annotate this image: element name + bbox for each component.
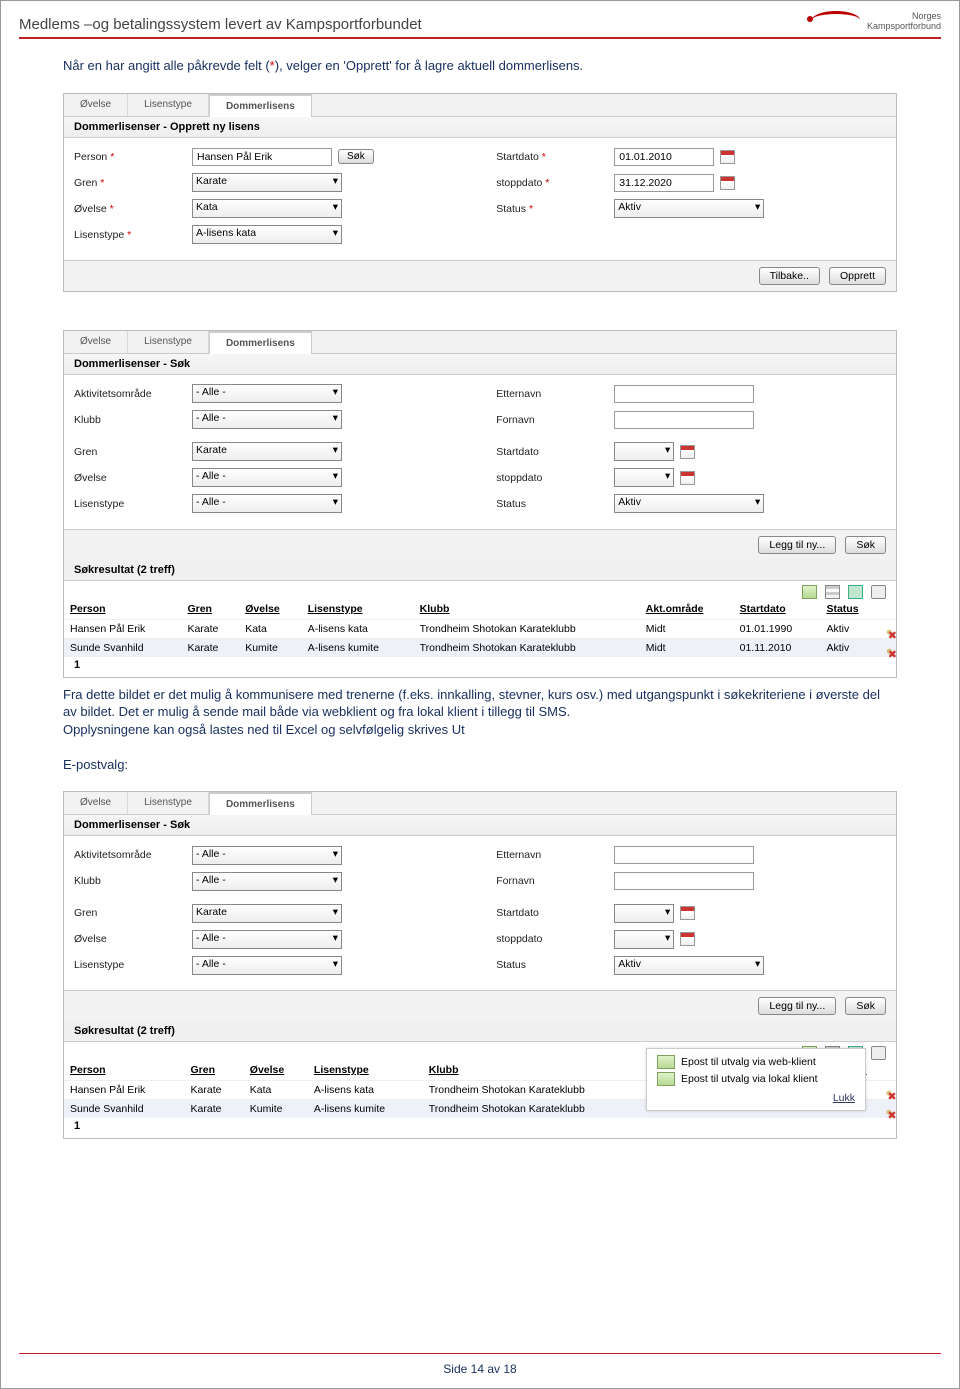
middle-text: Fra dette bildet er det mulig å kommunis… — [63, 686, 897, 774]
calendar-icon[interactable] — [720, 176, 735, 190]
fornavn-field[interactable] — [614, 872, 754, 890]
panel3-heading: Dommerlisenser - Søk — [64, 815, 896, 836]
list-icon[interactable] — [825, 585, 840, 599]
calendar-icon[interactable] — [720, 150, 735, 164]
tab-dommerlisens[interactable]: Dommerlisens — [209, 792, 312, 815]
lisenstype-select[interactable]: A-lisens kata ▾ — [192, 225, 342, 244]
logo-text-2: Kampsportforbund — [867, 22, 941, 32]
intro-text: Når en har angitt alle påkrevde felt (*)… — [63, 57, 897, 75]
tab-dommerlisens[interactable]: Dommerlisens — [209, 331, 312, 354]
result-heading: Søkresultat (2 treff) — [64, 560, 896, 581]
excel-icon[interactable] — [848, 585, 863, 599]
popup-close-link[interactable]: Lukk — [657, 1089, 855, 1104]
search-button[interactable]: Søk — [845, 536, 886, 554]
page-indicator: 1 — [64, 1118, 896, 1138]
person-search-button[interactable]: Søk — [338, 149, 374, 164]
tab-ovelse[interactable]: Øvelse — [64, 792, 128, 814]
print-icon[interactable] — [871, 1046, 886, 1060]
gren-select[interactable]: Karate ▾ — [192, 173, 342, 192]
result-table: PersonGrenØvelseLisenstypeKlubbAkt.områd… — [64, 599, 896, 657]
calendar-icon[interactable] — [680, 906, 695, 920]
popup-web-client[interactable]: Epost til utvalg via web-klient — [657, 1055, 855, 1069]
stoppdato-dd[interactable]: ▾ — [614, 930, 674, 949]
popup-local-client[interactable]: Epost til utvalg via lokal klient — [657, 1072, 855, 1086]
create-button[interactable]: Opprett — [829, 267, 886, 285]
stoppdato-dd[interactable]: ▾ — [614, 468, 674, 487]
klubb-select[interactable]: - Alle -▾ — [192, 410, 342, 429]
tab-dommerlisens[interactable]: Dommerlisens — [209, 94, 312, 117]
page-footer: Side 14 av 18 — [19, 1353, 941, 1376]
status-select[interactable]: Aktiv▾ — [614, 956, 764, 975]
person-field[interactable] — [192, 148, 332, 166]
gren-select2[interactable]: Karate▾ — [192, 442, 342, 461]
etternavn-field[interactable] — [614, 846, 754, 864]
panel-heading: Dommerlisenser - Opprett ny lisens — [64, 117, 896, 138]
lisenstype-select2[interactable]: - Alle -▾ — [192, 494, 342, 513]
add-new-button[interactable]: Legg til ny... — [758, 997, 836, 1015]
calendar-icon[interactable] — [680, 932, 695, 946]
tab-ovelse[interactable]: Øvelse — [64, 94, 128, 116]
table-row[interactable]: Hansen Pål ErikKarateKataA-lisens kataTr… — [64, 619, 896, 638]
calendar-icon[interactable] — [680, 445, 695, 459]
lisenstype-select[interactable]: - Alle -▾ — [192, 956, 342, 975]
status-select2[interactable]: Aktiv▾ — [614, 494, 764, 513]
page-indicator: 1 — [64, 657, 896, 677]
mail-icon — [657, 1055, 675, 1069]
ovelse-select[interactable]: - Alle -▾ — [192, 930, 342, 949]
startdato-field[interactable] — [614, 148, 714, 166]
ovelse-select[interactable]: Kata ▾ — [192, 199, 342, 218]
panel-search: Øvelse Lisenstype Dommerlisens Dommerlis… — [63, 330, 897, 678]
back-button[interactable]: Tilbake.. — [759, 267, 820, 285]
result-heading: Søkresultat (2 treff) — [64, 1021, 896, 1042]
startdato-dd[interactable]: ▾ — [614, 904, 674, 923]
table-row[interactable]: Sunde SvanhildKarateKumiteA-lisens kumit… — [64, 638, 896, 657]
gren-select[interactable]: Karate▾ — [192, 904, 342, 923]
stoppdato-field[interactable] — [614, 174, 714, 192]
email-popup: Epost til utvalg via web-klient Epost ti… — [646, 1048, 866, 1111]
panel2-heading: Dommerlisenser - Søk — [64, 354, 896, 375]
akt-select[interactable]: - Alle -▾ — [192, 384, 342, 403]
tab-lisenstype[interactable]: Lisenstype — [128, 94, 209, 116]
mail-icon[interactable] — [802, 585, 817, 599]
tab-ovelse[interactable]: Øvelse — [64, 331, 128, 353]
akt-select[interactable]: - Alle -▾ — [192, 846, 342, 865]
panel-create: Øvelse Lisenstype Dommerlisens Dommerlis… — [63, 93, 897, 292]
add-new-button[interactable]: Legg til ny... — [758, 536, 836, 554]
etternavn-field[interactable] — [614, 385, 754, 403]
search-button[interactable]: Søk — [845, 997, 886, 1015]
tab-lisenstype[interactable]: Lisenstype — [128, 331, 209, 353]
status-select[interactable]: Aktiv ▾ — [614, 199, 764, 218]
mail-icon — [657, 1072, 675, 1086]
logo: Norges Kampsportforbund — [811, 11, 941, 33]
ovelse-select2[interactable]: - Alle -▾ — [192, 468, 342, 487]
startdato-dd[interactable]: ▾ — [614, 442, 674, 461]
fornavn-field[interactable] — [614, 411, 754, 429]
page-header: Medlems –og betalingssystem levert av Ka… — [19, 11, 941, 39]
calendar-icon[interactable] — [680, 471, 695, 485]
klubb-select[interactable]: - Alle -▾ — [192, 872, 342, 891]
print-icon[interactable] — [871, 585, 886, 599]
header-title: Medlems –og betalingssystem levert av Ka… — [19, 16, 811, 33]
tab-lisenstype[interactable]: Lisenstype — [128, 792, 209, 814]
